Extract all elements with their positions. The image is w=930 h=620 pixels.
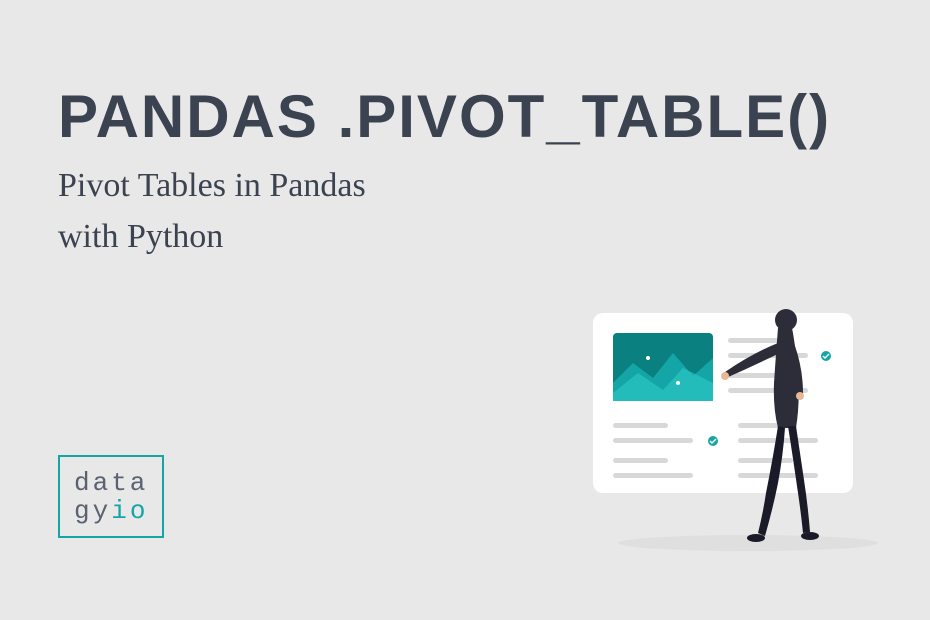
- logo-line-2-suffix: io: [111, 496, 148, 526]
- logo-line-1: data: [74, 468, 148, 498]
- list-line-icon: [613, 438, 693, 443]
- list-line-icon: [728, 338, 783, 343]
- datagy-logo: data gyio: [58, 455, 164, 538]
- subtitle-line-1: Pivot Tables in Pandas: [58, 167, 366, 204]
- list-line-icon: [613, 423, 668, 428]
- list-line-icon: [613, 473, 693, 478]
- subtitle-line-2: with Python: [58, 218, 223, 255]
- list-line-icon: [738, 458, 793, 463]
- chart-dot-2-icon: [676, 381, 680, 385]
- page-subtitle: Pivot Tables in Pandas with Python: [58, 160, 872, 262]
- logo-line-2-prefix: gy: [74, 496, 111, 526]
- chart-dot-1-icon: [646, 356, 650, 360]
- list-line-icon: [613, 458, 668, 463]
- dashboard-illustration: [578, 298, 898, 558]
- page-title: Pandas .pivot_table(): [58, 85, 872, 148]
